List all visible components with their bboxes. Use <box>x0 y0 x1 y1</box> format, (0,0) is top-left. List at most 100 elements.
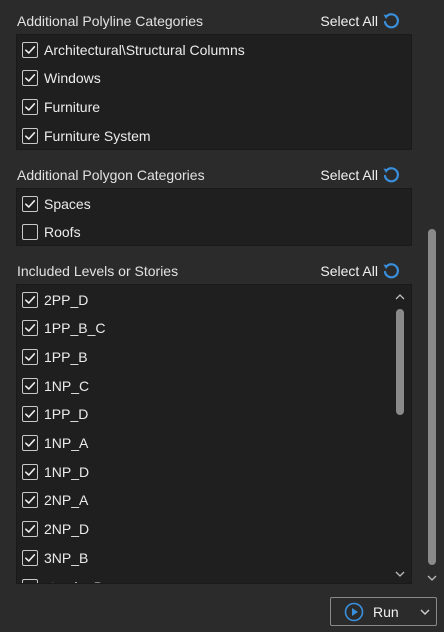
list-item[interactable]: 1NP_A <box>17 429 88 458</box>
list-item[interactable]: Roofs <box>17 218 81 247</box>
polyline-section-header: Additional Polyline Categories Select Al… <box>17 10 410 32</box>
list-item[interactable]: 2NP_D <box>17 515 89 544</box>
scroll-down-arrow-icon[interactable] <box>395 569 405 579</box>
list-item[interactable]: Windows <box>17 64 101 93</box>
levels-list: 2PP_D 1PP_B_C 1PP_B 1NP_C 1PP_D 1NP_A 1NP_D 2NP… <box>16 284 412 584</box>
reset-icon <box>383 13 399 29</box>
list-item[interactable]: Furniture <box>17 92 100 121</box>
polyline-select-all-link[interactable]: Select All <box>320 13 378 29</box>
list-item-label: 1PP_B_C <box>44 320 106 337</box>
list-item[interactable]: 3NP_B <box>17 543 88 572</box>
polygon-select-all-link[interactable]: Select All <box>320 167 378 183</box>
list-item-label: Furniture System <box>44 127 151 144</box>
levels-reset-button[interactable] <box>380 260 402 282</box>
list-item[interactable]: 1NP_C <box>17 371 89 400</box>
list-item-label: Furniture <box>44 98 101 115</box>
checkbox-checked[interactable] <box>22 98 38 115</box>
checkmark-icon <box>25 553 36 562</box>
list-item[interactable]: 2NP_A <box>17 486 88 515</box>
checkbox-checked[interactable] <box>22 320 38 337</box>
checkmark-icon <box>25 352 36 361</box>
levels-section-title: Included Levels or Stories <box>17 263 179 279</box>
polyline-category-list: Architectural\Structural Columns Windows F… <box>16 34 412 150</box>
reset-icon <box>383 167 399 183</box>
list-item-label: 1NP_C <box>44 377 90 394</box>
levels-list-scroll-thumb[interactable] <box>396 309 404 415</box>
reset-icon <box>383 263 399 279</box>
checkmark-icon <box>25 525 36 533</box>
list-item[interactable]: Spaces <box>17 189 91 218</box>
list-item-label: 3NP_B <box>44 549 89 566</box>
checkbox-checked[interactable] <box>22 377 38 394</box>
levels-list-viewport: 2PP_D 1PP_B_C 1PP_B 1NP_C 1PP_D 1NP_A 1NP_D 2NP… <box>17 285 389 583</box>
scroll-up-arrow-icon[interactable] <box>395 292 405 302</box>
checkbox-checked[interactable] <box>22 41 38 58</box>
list-item[interactable]: 1NP_D <box>17 457 89 486</box>
checkbox-unchecked[interactable] <box>22 224 38 241</box>
list-item[interactable]: 2PP_D <box>17 285 88 314</box>
list-item-label: 2NP_A <box>44 492 89 509</box>
list-item[interactable]: 1PP_B_C <box>17 314 105 343</box>
polygon-reset-button[interactable] <box>380 164 402 186</box>
checkmark-icon <box>25 410 36 419</box>
panel-scrollbar[interactable] <box>422 0 444 595</box>
list-item-label: Windows <box>44 70 101 87</box>
list-item-label: Spaces <box>44 195 91 212</box>
checkmark-icon <box>25 381 36 390</box>
checkmark-icon <box>25 199 36 208</box>
checkbox-checked[interactable] <box>22 348 38 365</box>
checkmark-icon <box>25 324 36 332</box>
polyline-reset-button[interactable] <box>380 10 402 32</box>
list-item[interactable]: Furniture System <box>17 121 151 150</box>
checkmark-icon <box>25 295 36 304</box>
checkmark-icon <box>25 102 36 111</box>
list-item-label: 1NP_A <box>44 435 89 451</box>
checkmark-icon <box>25 439 36 447</box>
chevron-down-icon[interactable] <box>420 608 430 616</box>
run-button[interactable]: Run <box>330 597 437 626</box>
list-item-label: 2PP_D <box>44 291 89 308</box>
checkmark-icon <box>25 467 36 476</box>
checkmark-icon <box>25 45 36 54</box>
list-item-label: 1PP_B <box>44 348 88 365</box>
levels-list-scrollbar[interactable] <box>389 285 411 583</box>
footer-bar: Run <box>0 595 444 632</box>
checkmark-icon <box>25 131 36 140</box>
list-item-label: strecha D <box>44 579 104 584</box>
list-item-label: 2NP_D <box>44 521 90 538</box>
checkbox-checked[interactable] <box>22 521 38 538</box>
panel-scroll-thumb[interactable] <box>428 229 436 565</box>
list-item-label: Architectural\Structural Columns <box>44 41 245 58</box>
play-icon <box>344 602 364 621</box>
scrollable-content: Additional Polyline Categories Select Al… <box>0 0 420 595</box>
checkbox-checked[interactable] <box>22 435 38 451</box>
polygon-category-list: Spaces Roofs <box>16 188 412 246</box>
checkbox-checked[interactable] <box>22 578 38 583</box>
levels-section-header: Included Levels or Stories Select All <box>17 260 410 282</box>
checkbox-checked[interactable] <box>22 492 38 509</box>
checkbox-checked[interactable] <box>22 127 38 144</box>
list-item[interactable]: 1PP_B <box>17 342 88 371</box>
checkmark-icon <box>33 582 36 583</box>
list-item[interactable]: strecha D <box>17 572 104 583</box>
tool-panel: Additional Polyline Categories Select Al… <box>0 0 444 632</box>
run-button-label: Run <box>373 603 399 620</box>
polygon-section-title: Additional Polygon Categories <box>17 167 205 183</box>
checkbox-checked[interactable] <box>22 549 38 566</box>
scroll-down-arrow-icon[interactable] <box>427 573 437 583</box>
levels-select-all-link[interactable]: Select All <box>320 263 378 279</box>
checkmark-icon <box>25 496 36 505</box>
checkbox-checked[interactable] <box>22 291 38 308</box>
list-item[interactable]: Architectural\Structural Columns <box>17 35 245 64</box>
checkbox-checked[interactable] <box>22 195 38 212</box>
list-item[interactable]: 1PP_D <box>17 400 88 429</box>
checkbox-checked[interactable] <box>22 406 38 423</box>
polyline-section-title: Additional Polyline Categories <box>17 13 203 29</box>
checkbox-checked[interactable] <box>22 70 38 87</box>
list-item-label: Roofs <box>44 224 81 241</box>
polygon-section-header: Additional Polygon Categories Select All <box>17 164 410 186</box>
checkbox-checked[interactable] <box>22 463 38 480</box>
list-item-label: 1PP_D <box>44 406 89 423</box>
checkmark-icon <box>25 74 36 82</box>
list-item-label: 1NP_D <box>44 463 90 480</box>
